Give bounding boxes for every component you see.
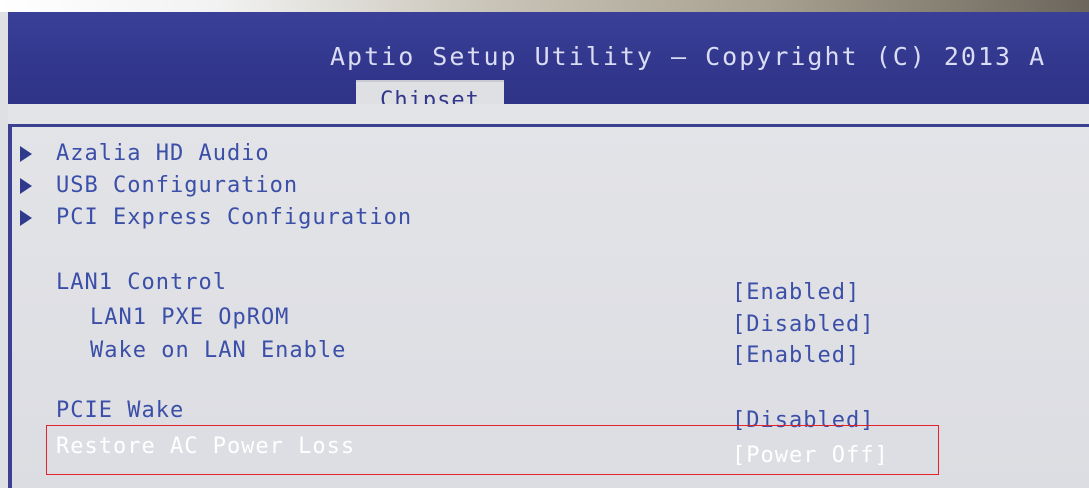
setting-label: Wake on LAN Enable [90,338,347,363]
annotation-highlight-box [46,425,939,475]
photo-top-strip [0,0,1089,12]
triangle-right-icon [20,210,32,226]
submenu-label: USB Configuration [56,173,299,198]
submenu-label: PCI Express Configuration [56,205,413,230]
content-left-border [8,126,12,488]
setting-label: LAN1 Control [56,270,227,295]
content-top-border [8,124,1089,127]
setting-label: LAN1 PXE OpROM [90,305,290,330]
setting-label: PCIE Wake [56,398,185,423]
triangle-right-icon [20,178,32,194]
header-title: Aptio Setup Utility – Copyright (C) 2013… [330,42,1047,71]
setting-value[interactable]: [Enabled] [732,343,860,368]
bios-header: Aptio Setup Utility – Copyright (C) 2013… [8,12,1089,118]
submenu-label: Azalia HD Audio [56,141,270,166]
setting-value[interactable]: [Enabled] [732,280,860,305]
setting-value[interactable]: [Disabled] [732,312,874,337]
triangle-right-icon [20,146,32,162]
